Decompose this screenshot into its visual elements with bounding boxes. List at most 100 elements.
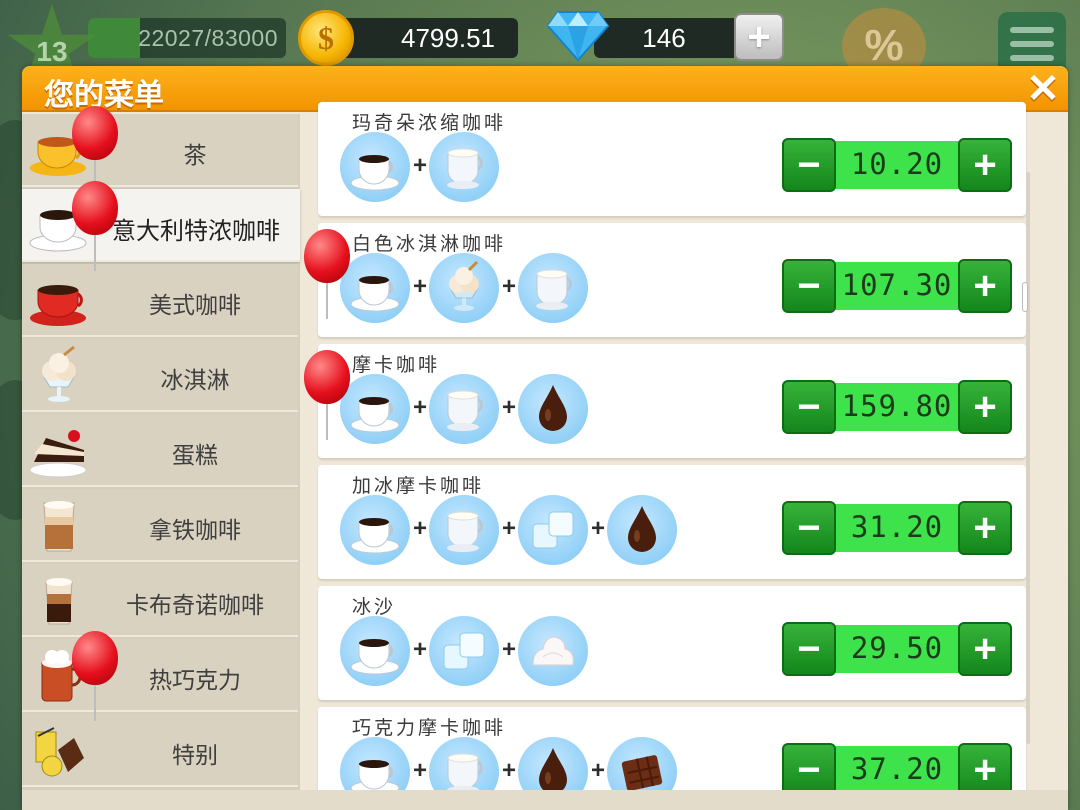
milk-icon	[429, 374, 499, 444]
increase-price-button[interactable]: +	[958, 501, 1012, 555]
price-value: 29.50	[850, 631, 944, 665]
gem-amount: 146	[642, 23, 686, 53]
category-label: 热巧克力	[149, 668, 241, 694]
increase-price-button[interactable]: +	[958, 380, 1012, 434]
diamond-icon	[546, 11, 610, 62]
close-button[interactable]: ✕	[1022, 67, 1064, 111]
add-gems-button[interactable]: +	[734, 13, 784, 61]
decrease-price-button[interactable]: −	[782, 259, 836, 313]
coin-amount: 4799.51	[401, 23, 495, 53]
balloon-icon	[304, 350, 350, 440]
decrease-price-button[interactable]: −	[782, 743, 836, 797]
category-tab[interactable]: 拿铁咖啡	[22, 489, 298, 562]
recipe-row: 白色冰淇淋咖啡 + +107.30− +	[318, 223, 1026, 337]
recipe-row: 加冰摩卡咖啡 + + +31.20− +	[318, 465, 1026, 579]
decrease-price-button[interactable]: −	[782, 380, 836, 434]
plus-sign: +	[412, 273, 427, 300]
category-tab[interactable]: 蛋糕	[22, 414, 298, 487]
category-label: 卡布奇诺咖啡	[126, 593, 264, 619]
category-tab[interactable]: 特别	[22, 714, 298, 787]
increase-price-button[interactable]: +	[958, 138, 1012, 192]
category-tab[interactable]: 冰淇淋	[22, 339, 298, 412]
recipe-name: 白色冰淇淋咖啡	[352, 233, 507, 255]
whipped-cream-icon	[518, 616, 588, 686]
increase-price-button[interactable]: +	[958, 622, 1012, 676]
recipe-list: 玛奇朵浓缩咖啡 +10.20− + 白色冰淇淋咖啡 + +107.30− + 摩卡咖啡 + +15…	[304, 102, 1026, 810]
decrease-price-button[interactable]: −	[782, 501, 836, 555]
recipe-name: 巧克力摩卡咖啡	[352, 717, 507, 739]
milk-icon	[518, 253, 588, 323]
category-label: 特别	[172, 743, 218, 769]
category-label: 意大利特浓咖啡	[112, 217, 280, 245]
category-label: 美式咖啡	[149, 293, 241, 319]
plus-sign: +	[501, 273, 516, 300]
recipe-row: 玛奇朵浓缩咖啡 +10.20− +	[318, 102, 1026, 216]
plus-sign: +	[412, 515, 427, 542]
cappuccino-glass-icon	[28, 570, 90, 632]
price-value: 31.20	[850, 510, 944, 544]
menu-line-icon	[1010, 27, 1054, 33]
balloon-icon	[72, 181, 118, 271]
xp-progress-bar: 22027/83000	[88, 18, 286, 58]
plus-sign: +	[501, 636, 516, 663]
category-tab[interactable]: 意大利特浓咖啡	[22, 189, 300, 262]
scrollbar-track[interactable]	[1026, 172, 1030, 744]
recipe-name: 冰沙	[352, 596, 397, 618]
balloon-icon	[72, 631, 118, 721]
ice-icon	[429, 616, 499, 686]
gem-balance: 146	[594, 18, 734, 58]
plus-sign: +	[590, 757, 605, 784]
milk-icon	[429, 132, 499, 202]
plus-sign: +	[501, 757, 516, 784]
chocolate-syrup-icon	[518, 374, 588, 444]
category-tab[interactable]: 热巧克力	[22, 639, 298, 712]
price-stepper: 31.20− +	[782, 501, 1012, 555]
increase-price-button[interactable]: +	[958, 259, 1012, 313]
category-sidebar: 茶意大利特浓咖啡 美式咖啡冰淇淋蛋糕拿铁咖啡卡布奇诺咖啡 热巧克力特别	[22, 106, 300, 810]
increase-price-button[interactable]: +	[958, 743, 1012, 797]
category-label: 拿铁咖啡	[149, 518, 241, 544]
espresso-icon	[340, 374, 410, 444]
latte-glass-icon	[28, 495, 90, 557]
scrollbar-thumb[interactable]	[1022, 282, 1028, 312]
category-label: 蛋糕	[172, 443, 218, 469]
plus-sign: +	[412, 394, 427, 421]
panel-footer	[22, 790, 1068, 810]
price-value: 107.30	[841, 268, 953, 302]
chocolate-syrup-icon	[607, 495, 677, 565]
menu-panel: 您的菜单 ✕ 茶意大利特浓咖啡 美式咖啡 冰淇淋 蛋糕 拿铁咖啡 卡布奇诺咖啡 热巧克力 特别…	[22, 66, 1068, 810]
level-number: 13	[36, 36, 68, 67]
plus-sign: +	[590, 515, 605, 542]
price-stepper: 107.30− +	[782, 259, 1012, 313]
plus-sign: +	[412, 757, 427, 784]
price-stepper: 159.80− +	[782, 380, 1012, 434]
category-tab[interactable]: 卡布奇诺咖啡	[22, 564, 298, 637]
plus-sign: +	[501, 394, 516, 421]
plus-sign: +	[412, 152, 427, 179]
category-tab[interactable]: 茶	[22, 114, 298, 187]
price-stepper: 37.20− +	[782, 743, 1012, 797]
recipe-name: 摩卡咖啡	[352, 354, 441, 376]
espresso-icon	[340, 253, 410, 323]
category-tab[interactable]: 美式咖啡	[22, 264, 298, 337]
price-stepper: 29.50− +	[782, 622, 1012, 676]
americano-cup-icon	[28, 270, 90, 332]
plus-sign: +	[412, 636, 427, 663]
cake-slice-icon	[28, 420, 90, 482]
price-stepper: 10.20− +	[782, 138, 1012, 192]
price-value: 37.20	[850, 752, 944, 786]
ice-icon	[518, 495, 588, 565]
coin-icon: $	[298, 10, 354, 66]
recipe-name: 玛奇朵浓缩咖啡	[352, 112, 507, 134]
menu-line-icon	[1010, 55, 1054, 61]
xp-progress-fill	[88, 18, 141, 58]
special-icon	[28, 720, 90, 782]
plus-sign: +	[501, 515, 516, 542]
xp-text: 22027/83000	[138, 25, 278, 51]
recipe-name: 加冰摩卡咖啡	[352, 475, 485, 497]
decrease-price-button[interactable]: −	[782, 622, 836, 676]
recipe-row: 冰沙 + +29.50− +	[318, 586, 1026, 700]
ice-cream-icon	[28, 345, 90, 407]
decrease-price-button[interactable]: −	[782, 138, 836, 192]
menu-line-icon	[1010, 41, 1054, 47]
